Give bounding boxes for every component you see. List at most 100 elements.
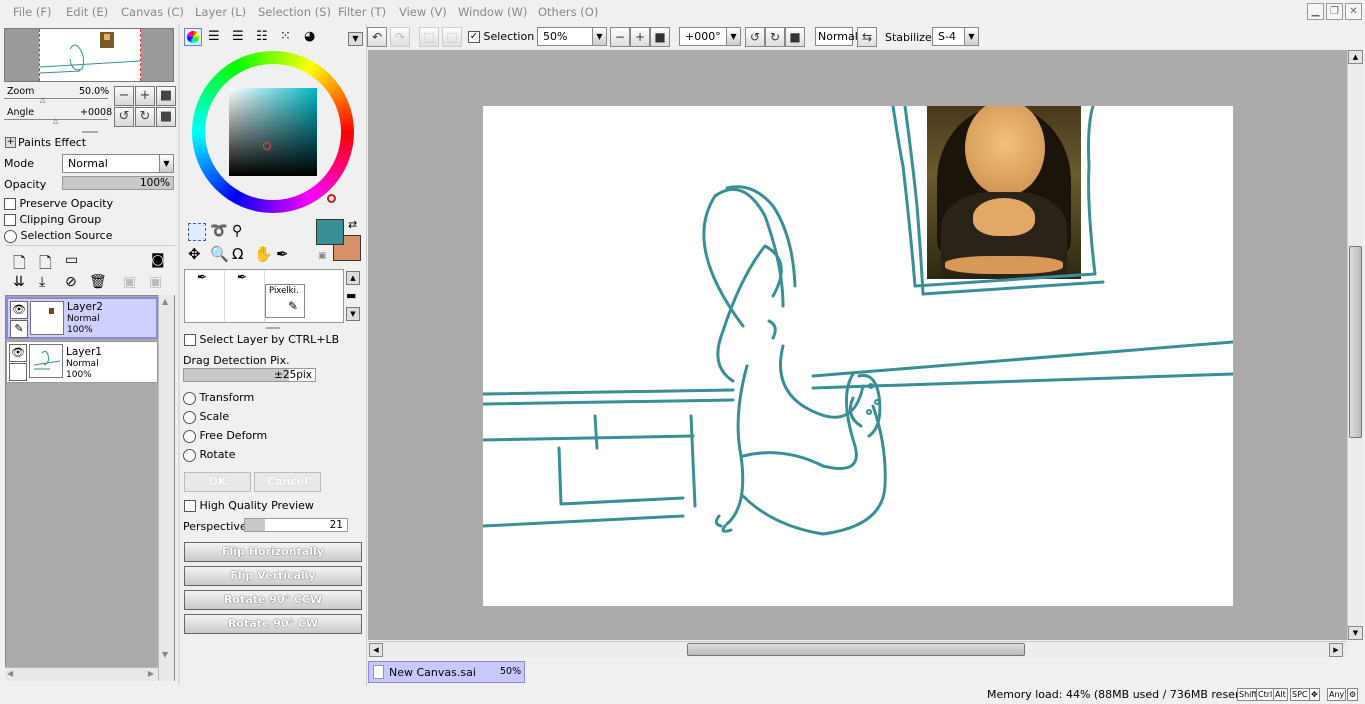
panel-grip[interactable] (266, 327, 280, 329)
restore-button[interactable]: ❐ (1326, 3, 1343, 20)
zoom-out-icon[interactable]: − (610, 27, 630, 47)
scroll-up-icon[interactable]: ▲ (1348, 50, 1363, 64)
scroll-down-icon[interactable]: ▼ (1348, 626, 1363, 640)
angle-select[interactable]: +000° ▼ (679, 27, 741, 46)
zoom-in-icon[interactable]: + (630, 27, 650, 47)
invert-selection-icon[interactable]: ⬚ (442, 27, 462, 47)
deselect-icon[interactable]: ⬚ (419, 27, 439, 47)
scroll-right-icon[interactable]: ▶ (1329, 643, 1343, 657)
perspective-slider[interactable]: 21 (244, 518, 348, 532)
canvas-paper[interactable] (483, 106, 1233, 606)
menu-others[interactable]: Others (O) (538, 5, 598, 19)
vertical-scrollbar[interactable]: ▲ ▼ (1347, 50, 1363, 640)
brush-menu-icon[interactable]: ▬ (346, 289, 356, 302)
zoom-out-button[interactable]: − (114, 86, 134, 106)
zoom-slider-thumb[interactable]: △ (40, 96, 45, 104)
mode-select[interactable]: Normal ▼ (62, 154, 174, 173)
navigator-preview[interactable] (4, 28, 174, 82)
stabilizer-select[interactable]: S-4 ▼ (932, 27, 979, 46)
scratchpad-icon[interactable]: ⁙ (280, 29, 291, 44)
lasso-tool-icon[interactable]: ➰ (210, 223, 227, 239)
rotate-tool-icon[interactable]: Ω (232, 245, 243, 263)
clipping-group-checkbox[interactable]: Clipping Group (4, 213, 101, 226)
menu-canvas[interactable]: Canvas (C) (121, 5, 184, 19)
hq-preview-checkbox[interactable]: High Quality Preview (184, 499, 314, 512)
canvas-viewport[interactable] (368, 50, 1347, 640)
scale-radio[interactable]: Scale (183, 410, 229, 424)
document-tab[interactable]: New Canvas.sai 50% (368, 661, 525, 683)
brush-slot-selected[interactable]: Pixelki. ✎ (265, 284, 305, 318)
zoom-in-button[interactable]: + (135, 86, 155, 106)
layer-list-scrollbar[interactable]: ▲ ▼ (158, 295, 174, 681)
select-layer-checkbox[interactable]: Select Layer by CTRL+LB (184, 333, 339, 346)
rotate-cw-button[interactable]: ↻ (135, 107, 155, 127)
scroll-down-icon[interactable]: ▼ (346, 307, 360, 321)
rotate-radio[interactable]: Rotate (183, 448, 236, 462)
layer-list-hscroll[interactable]: ◀ ▶ (5, 667, 158, 681)
rotate-reset-button[interactable]: ■ (156, 107, 176, 127)
brush-slot[interactable]: ✒ (185, 270, 225, 322)
hue-cursor[interactable] (327, 194, 336, 203)
new-folder-icon[interactable]: ▭ (65, 252, 78, 268)
layer-row[interactable]: 👁 ✎ Layer2 Normal 100% (6, 297, 158, 339)
main-color-swatch[interactable] (316, 219, 344, 245)
rotate-left-icon[interactable]: ↺ (745, 27, 765, 47)
link-mask-icon[interactable]: ▣ (149, 274, 162, 290)
eye-icon[interactable]: 👁 (9, 344, 27, 362)
zoom-slider[interactable] (4, 98, 108, 99)
magic-wand-tool-icon[interactable]: ⚲ (232, 223, 242, 239)
lock-slot-icon[interactable] (9, 363, 27, 381)
swap-colors-icon[interactable]: ⇄ (348, 218, 357, 231)
menu-filter[interactable]: Filter (T) (338, 5, 386, 19)
clear-layer-icon[interactable]: ⊘ (65, 274, 77, 290)
flip-vertically-button[interactable]: Flip Vertically (184, 566, 362, 586)
minimize-button[interactable]: ▁ (1307, 3, 1324, 20)
selection-source-checkbox[interactable]: Selection Source (4, 229, 112, 243)
transparent-color-icon[interactable]: ▣ (318, 251, 327, 261)
color-wheel[interactable] (192, 51, 354, 213)
rotate-ccw-90-button[interactable]: Rotate 90° CCW (184, 590, 362, 610)
panel-menu-button[interactable]: ▼ (348, 32, 363, 46)
preserve-opacity-checkbox[interactable]: Preserve Opacity (4, 197, 113, 210)
eye-icon[interactable]: 👁 (10, 301, 28, 319)
rotate-right-icon[interactable]: ↻ (765, 27, 785, 47)
mixer-icon[interactable]: ◕ (304, 29, 315, 44)
horizontal-scrollbar[interactable]: ◀ ▶ (368, 641, 1347, 657)
opacity-slider[interactable]: 100% (62, 176, 174, 190)
menu-edit[interactable]: Edit (E) (66, 5, 108, 19)
flip-view-icon[interactable]: ⇆ (857, 27, 877, 47)
undo-icon[interactable]: ↶ (367, 27, 387, 47)
panel-grip[interactable] (82, 131, 98, 133)
scroll-down-icon[interactable]: ▼ (162, 650, 168, 659)
menu-window[interactable]: Window (W) (458, 5, 527, 19)
menu-file[interactable]: File (F) (13, 5, 52, 19)
vertical-scroll-thumb[interactable] (1349, 246, 1362, 438)
eyedropper-tool-icon[interactable]: ✒ (276, 245, 289, 263)
horizontal-scroll-thumb[interactable] (687, 643, 1025, 656)
hsv-slider-icon[interactable]: ☰ (232, 29, 244, 44)
flip-horizontally-button[interactable]: Flip Horizontally (184, 542, 362, 562)
ok-button[interactable]: OK (184, 472, 251, 492)
sv-cursor[interactable] (263, 142, 271, 150)
close-button[interactable]: ✕ (1345, 3, 1362, 20)
angle-slider-thumb[interactable]: △ (53, 117, 58, 125)
menu-selection[interactable]: Selection (S) (258, 5, 331, 19)
rotate-reset-icon[interactable]: ■ (785, 27, 805, 47)
view-mode-select[interactable]: Normal (815, 27, 858, 46)
free-deform-radio[interactable]: Free Deform (183, 429, 267, 443)
scroll-right-icon[interactable]: ▶ (148, 669, 154, 678)
menu-layer[interactable]: Layer (L) (195, 5, 246, 19)
merge-down-icon[interactable]: ⤓ (39, 274, 45, 290)
scroll-left-icon[interactable]: ◀ (7, 669, 13, 678)
saturation-value-square[interactable] (229, 88, 317, 176)
zoom-select[interactable]: 50% ▼ (537, 27, 607, 46)
layer-row[interactable]: 👁 Layer1 Normal 100% (6, 341, 158, 383)
apply-mask-icon[interactable]: ▣ (123, 274, 136, 290)
delete-layer-icon[interactable]: 🗑 (89, 274, 107, 290)
pen-icon[interactable]: ✎ (10, 320, 28, 338)
rotate-ccw-button[interactable]: ↺ (114, 107, 134, 127)
hand-tool-icon[interactable]: ✋ (254, 245, 273, 263)
move-tool-icon[interactable]: ✥ (188, 245, 201, 263)
zoom-tool-icon[interactable]: 🔍 (210, 245, 229, 263)
layer-mask-icon[interactable]: ◙ (151, 252, 165, 268)
